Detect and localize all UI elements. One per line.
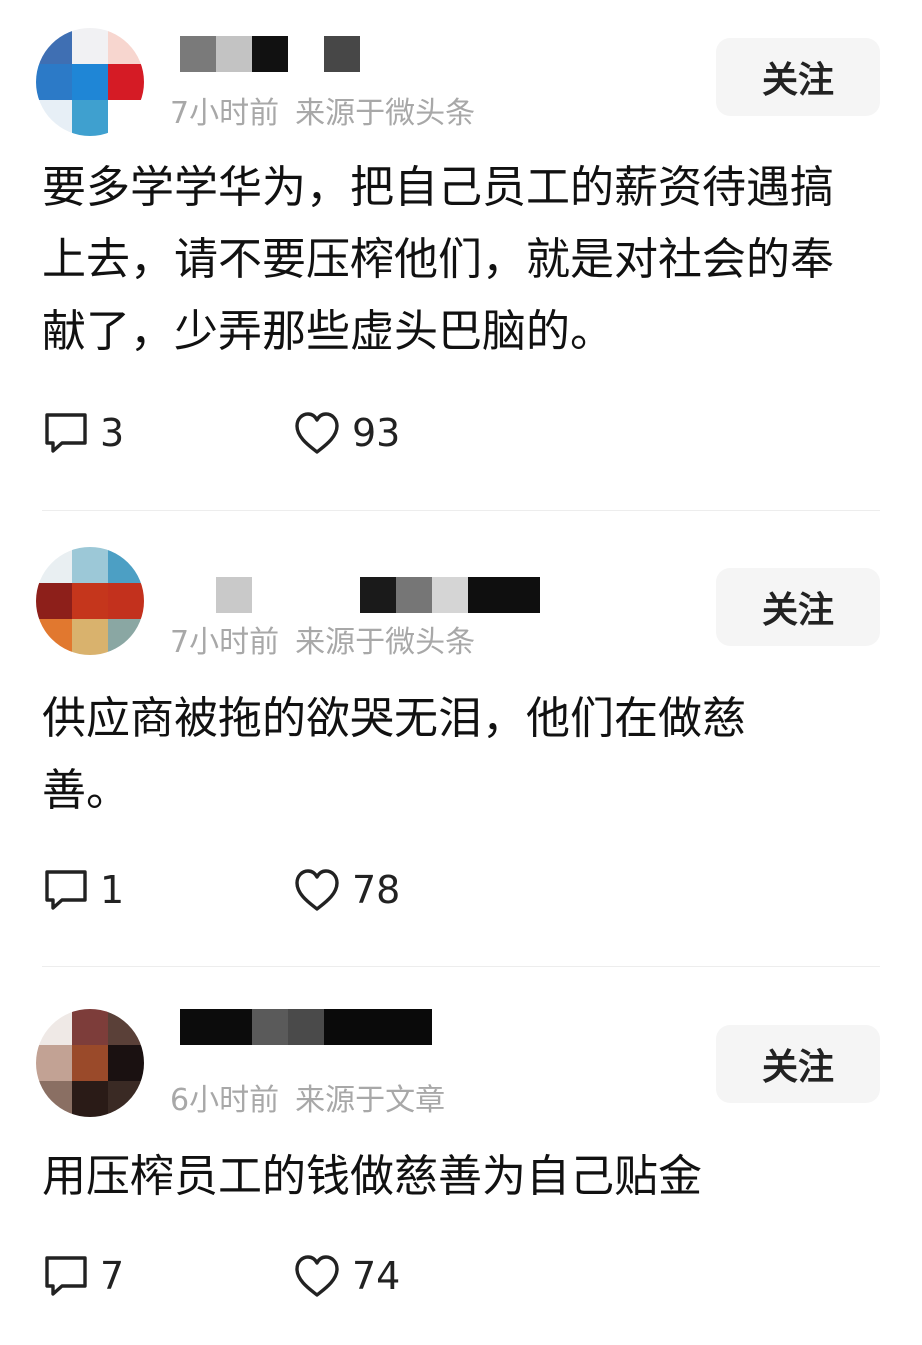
post-meta: 7小时前 来源于微头条	[170, 88, 475, 132]
post-actions: 3 93	[42, 408, 462, 458]
comment-count: 1	[100, 868, 125, 912]
post-text: 供应商被拖的欲哭无泪，他们在做慈善。	[42, 693, 746, 816]
like-button[interactable]: 74	[292, 1251, 400, 1301]
post-actions: 7 74	[42, 1251, 462, 1301]
post-meta: 7小时前 来源于微头条	[170, 617, 475, 661]
follow-button[interactable]: 关注	[716, 568, 880, 646]
comment-icon	[42, 867, 90, 913]
comment-button[interactable]: 1	[42, 865, 124, 915]
username-redacted[interactable]	[180, 36, 360, 72]
heart-icon	[292, 867, 342, 913]
post-source: 来源于微头条	[295, 625, 476, 660]
follow-button[interactable]: 关注	[716, 38, 880, 116]
like-count: 93	[352, 411, 401, 455]
username-redacted[interactable]	[216, 577, 540, 613]
like-count: 74	[352, 1254, 401, 1298]
post-meta: 6小时前 来源于文章	[170, 1075, 445, 1119]
like-button[interactable]: 93	[292, 408, 400, 458]
comment-button[interactable]: 3	[42, 408, 124, 458]
post-source: 来源于文章	[295, 1083, 446, 1118]
post-time: 7小时前	[170, 625, 280, 660]
avatar[interactable]	[36, 28, 144, 136]
comment-icon	[42, 1253, 90, 1299]
avatar[interactable]	[36, 1009, 144, 1117]
post-time: 7小时前	[170, 96, 280, 131]
like-count: 78	[352, 868, 401, 912]
post-card: 7小时前 来源于微头条 关注 要多学学华为，把自己员工的薪资待遇搞上去，请不要压榨…	[0, 0, 922, 510]
comment-count: 3	[100, 411, 125, 455]
post-time: 6小时前	[170, 1083, 280, 1118]
post-text: 要多学学华为，把自己员工的薪资待遇搞上去，请不要压榨他们，就是对社会的奉献了，少…	[42, 162, 834, 357]
avatar[interactable]	[36, 547, 144, 655]
comment-icon	[42, 410, 90, 456]
like-button[interactable]: 78	[292, 865, 400, 915]
comment-button[interactable]: 7	[42, 1251, 124, 1301]
heart-icon	[292, 410, 342, 456]
post-card: 7小时前 来源于微头条 关注 供应商被拖的欲哭无泪，他们在做慈善。 1 78	[0, 511, 922, 966]
follow-button[interactable]: 关注	[716, 1025, 880, 1103]
post-card: 6小时前 来源于文章 关注 用压榨员工的钱做慈善为自己贴金 7 74	[0, 967, 922, 1345]
post-source: 来源于微头条	[295, 96, 476, 131]
heart-icon	[292, 1253, 342, 1299]
username-redacted[interactable]	[180, 1009, 432, 1045]
comment-count: 7	[100, 1254, 125, 1298]
post-text: 用压榨员工的钱做慈善为自己贴金	[42, 1151, 702, 1202]
post-actions: 1 78	[42, 865, 462, 915]
